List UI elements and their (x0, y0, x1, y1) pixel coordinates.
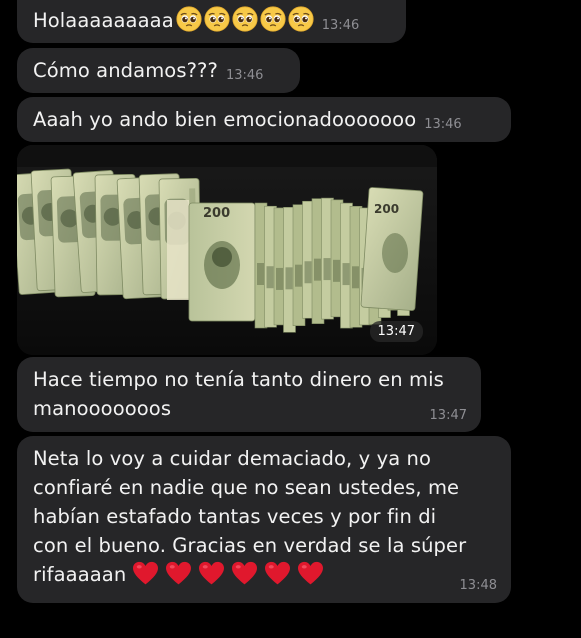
message-timestamp: 13:47 (369, 321, 423, 342)
message-text: Holaaaaaaaaa (33, 9, 174, 32)
red-heart-icon (298, 561, 324, 585)
banknote-value-label: 200 (374, 202, 399, 216)
emoji-row (174, 6, 314, 32)
message-line-last: rifaaaaan (33, 560, 495, 589)
pleading-face-icon (204, 6, 230, 32)
message-timestamp: 13:48 (459, 578, 497, 593)
message-timestamp: 13:46 (225, 68, 264, 83)
red-heart-icon (166, 561, 192, 585)
pleading-face-icon (176, 6, 202, 32)
banknote-value-label: 200 (203, 206, 230, 221)
message-bubble[interactable]: Hace tiempo no tenía tanto dinero en mis… (17, 357, 481, 432)
message-bubble[interactable]: Aaah yo ando bien emocionadooooooo 13:46 (17, 97, 511, 142)
message-bubble[interactable]: Neta lo voy a cuidar demaciado, y ya no … (17, 436, 511, 603)
money-band (167, 200, 189, 300)
chat-thread: Holaaaaaaaaa 13:46 Cómo andamos??? 13:46 A… (0, 0, 581, 638)
message-line: confiaré en nadie que no sean ustedes, m… (33, 476, 460, 499)
message-line: Hace tiempo no tenía tanto dinero en mis (33, 368, 444, 391)
pleading-face-icon (288, 6, 314, 32)
photo-message[interactable]: 200 200 13:47 (17, 145, 437, 355)
message-bubble[interactable]: Cómo andamos??? 13:46 (17, 48, 300, 93)
pleading-face-icon (232, 6, 258, 32)
message-line: Neta lo voy a cuidar demaciado, y ya no (33, 447, 432, 470)
message-line: habían estafado tantas veces y por fin d… (33, 505, 437, 528)
message-timestamp: 13:47 (429, 408, 467, 423)
message-bubble[interactable]: Holaaaaaaaaa 13:46 (17, 0, 406, 43)
pleading-face-icon (260, 6, 286, 32)
message-line: rifaaaaan (33, 563, 127, 586)
red-heart-icon (199, 561, 225, 585)
message-line: con el bueno. Gracias en verdad se la sú… (33, 534, 467, 557)
banknote-stack-left (17, 168, 202, 300)
red-heart-icon (265, 561, 291, 585)
message-text: Cómo andamos??? (33, 59, 218, 82)
message-timestamp: 13:46 (321, 18, 360, 33)
red-heart-icon (232, 561, 258, 585)
message-line: manooooooos (33, 397, 172, 420)
heart-row (126, 561, 324, 586)
message-text: Aaah yo ando bien emocionadooooooo (33, 108, 417, 131)
message-timestamp: 13:46 (424, 117, 462, 132)
red-heart-icon (133, 561, 159, 585)
